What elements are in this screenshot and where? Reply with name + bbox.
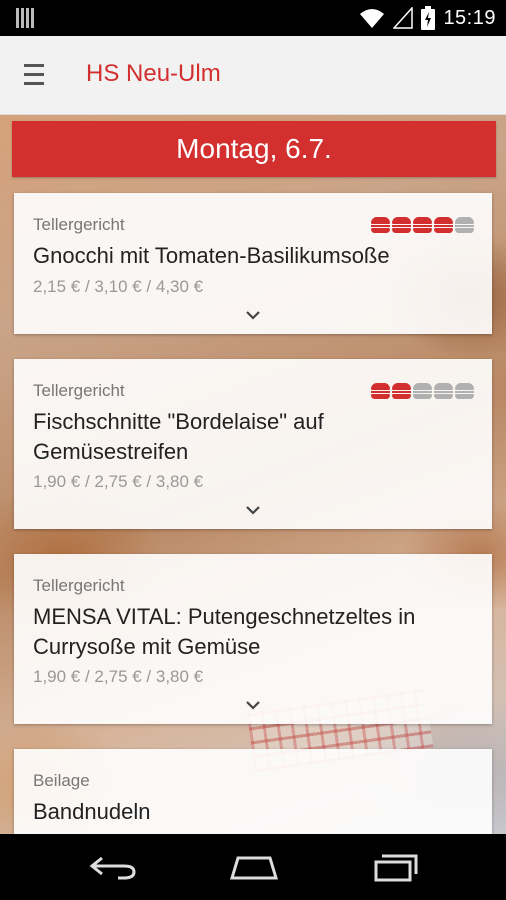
meal-prices: 2,15 € / 3,10 € / 4,30 €	[33, 277, 204, 296]
wifi-icon	[360, 9, 385, 28]
chevron-down-icon[interactable]	[245, 502, 261, 518]
burger-rating-icon	[371, 217, 390, 233]
burger-rating-icon	[392, 383, 411, 399]
chevron-down-icon[interactable]	[245, 697, 261, 713]
meal-title: Bandnudeln	[33, 799, 151, 824]
burger-rating-icon	[455, 383, 474, 399]
recent-apps-icon[interactable]	[370, 852, 422, 882]
meal-card[interactable]: Tellergericht Gnocchi mit Tomaten-Basili…	[14, 193, 492, 334]
burger-rating-icon	[371, 383, 390, 399]
cell-signal-icon	[393, 7, 414, 29]
burger-rating-icon	[413, 217, 432, 233]
meal-card[interactable]: Tellergericht MENSA VITAL: Putengeschnet…	[14, 554, 492, 724]
status-bar: 15:19	[0, 0, 506, 36]
burger-rating-icon	[455, 217, 474, 233]
meal-category: Tellergericht	[33, 576, 125, 595]
app-title: HS Neu-Ulm	[86, 60, 221, 87]
burger-rating-icon	[434, 217, 453, 233]
meal-prices: 1,90 € / 2,75 € / 3,80 €	[33, 667, 204, 686]
meal-category: Tellergericht	[33, 215, 125, 234]
chevron-down-icon[interactable]	[245, 307, 261, 323]
meal-title: MENSA VITAL: Putengeschnetzeltes in Curr…	[33, 604, 416, 659]
status-time: 15:19	[443, 6, 496, 29]
meal-prices: 1,90 € / 2,75 € / 3,80 €	[33, 472, 204, 491]
meal-category: Tellergericht	[33, 381, 125, 400]
burger-rating-icon	[392, 217, 411, 233]
meal-rating	[371, 217, 474, 233]
meal-rating	[371, 383, 474, 399]
signal-bars-icon	[16, 8, 34, 28]
burger-rating-icon	[434, 383, 453, 399]
status-icons: 15:19	[359, 6, 496, 30]
app-bar: HS Neu-Ulm	[0, 36, 506, 115]
hamburger-menu-icon[interactable]	[24, 64, 44, 86]
meal-title: Gnocchi mit Tomaten-Basilikumsoße	[33, 243, 390, 268]
screen: 15:19 HS Neu-Ulm Montag, 6.7. Tellergeri…	[0, 0, 506, 900]
day-header[interactable]: Montag, 6.7.	[12, 121, 496, 177]
meal-title: Fischschnitte "Bordelaise" auf Gemüsestr…	[33, 409, 324, 464]
home-icon[interactable]	[228, 852, 280, 882]
back-icon[interactable]	[88, 852, 140, 882]
battery-charging-icon	[421, 6, 436, 30]
navigation-bar	[0, 834, 506, 900]
meal-category: Beilage	[33, 771, 90, 790]
burger-rating-icon	[413, 383, 432, 399]
meal-card[interactable]: Tellergericht Fischschnitte "Bordelaise"…	[14, 359, 492, 529]
